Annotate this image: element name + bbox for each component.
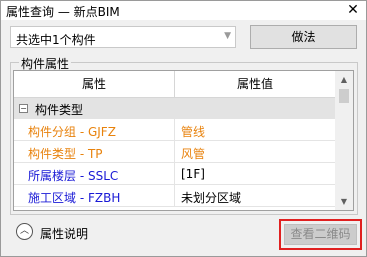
- chevron-down-icon: ▼: [224, 31, 231, 41]
- property-value: 管线: [181, 125, 206, 139]
- vertical-scrollbar[interactable]: ▲ ▼: [335, 71, 353, 210]
- property-name: 构件分组 - GJFZ: [28, 125, 116, 139]
- cell-divider: [174, 141, 175, 163]
- scroll-down-icon[interactable]: ▼: [335, 193, 353, 210]
- view-qr-code-button: 查看二维码: [284, 224, 357, 245]
- cell-divider: [174, 163, 175, 185]
- property-value: 未划分区域: [181, 191, 242, 205]
- title-bar: 属性查询 — 新点BIM ✕: [1, 1, 366, 20]
- close-icon[interactable]: ✕: [346, 1, 360, 19]
- expand-description-icon[interactable]: ︿: [16, 223, 33, 240]
- grid-header: 属性 属性值: [14, 71, 335, 98]
- column-header-value[interactable]: 属性值: [175, 71, 335, 97]
- category-label: 构件类型: [35, 103, 84, 117]
- property-query-window: 属性查询 — 新点BIM ✕ 共选中1个构件 ▼ 做法 构件属性 属性 属性值 …: [0, 0, 367, 257]
- table-row[interactable]: 施工区域 - FZBH 未划分区域: [14, 185, 335, 207]
- collapse-icon[interactable]: −: [19, 104, 28, 113]
- property-value: [1F]: [181, 167, 205, 181]
- selection-value: 共选中1个构件: [16, 33, 96, 47]
- property-name: 所属楼层 - SSLC: [28, 169, 119, 183]
- property-name: 构件类型 - TP: [28, 147, 103, 161]
- column-header-property[interactable]: 属性: [14, 71, 174, 97]
- table-row[interactable]: 构件分组 - GJFZ 管线: [14, 119, 335, 141]
- table-row[interactable]: 所属楼层 - SSLC [1F]: [14, 163, 335, 185]
- table-row[interactable]: 构件类型 - TP 风管: [14, 141, 335, 163]
- practice-button[interactable]: 做法: [250, 25, 357, 49]
- scroll-up-icon[interactable]: ▲: [335, 71, 353, 88]
- window-title: 属性查询 — 新点BIM: [6, 5, 120, 19]
- property-value: 风管: [181, 147, 206, 161]
- cell-divider: [174, 185, 175, 207]
- scroll-thumb[interactable]: [339, 89, 349, 103]
- selection-dropdown[interactable]: 共选中1个构件 ▼: [10, 26, 236, 48]
- property-description-label[interactable]: 属性说明: [40, 225, 88, 242]
- cell-divider: [174, 119, 175, 141]
- category-row[interactable]: − 构件类型: [14, 98, 335, 119]
- property-grid: 属性 属性值 − 构件类型 构件分组 - GJFZ 管线 构件类型 - TP 风…: [13, 70, 354, 211]
- property-name: 施工区域 - FZBH: [28, 191, 121, 205]
